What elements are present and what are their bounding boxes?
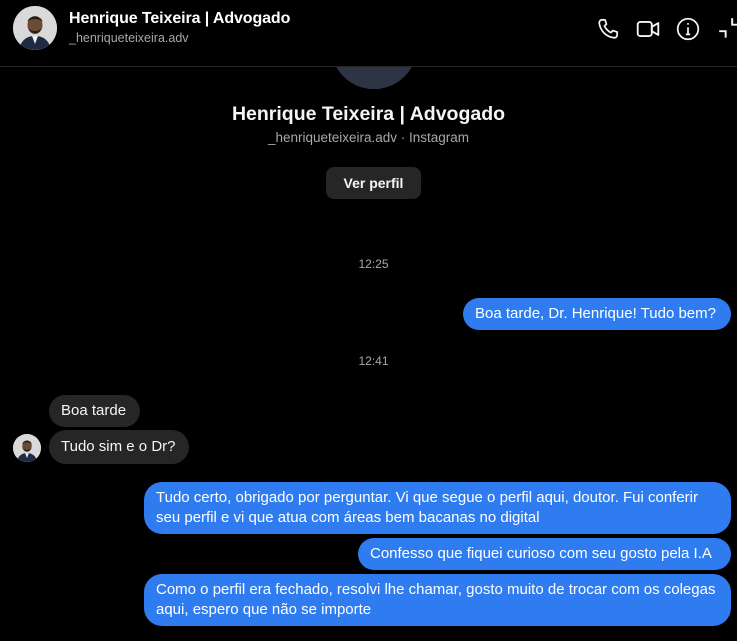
outgoing-message[interactable]: Confesso que fiquei curioso com seu gost… [358, 538, 731, 570]
incoming-message[interactable]: Boa tarde [49, 395, 140, 427]
profile-subtitle: _henriqueteixeira.adv · Instagram [267, 130, 470, 145]
timestamp: 12:41 [358, 354, 389, 368]
header-name[interactable]: Henrique Teixeira | Advogado [69, 10, 290, 28]
header-avatar[interactable] [13, 6, 57, 50]
phone-icon[interactable] [595, 16, 621, 42]
incoming-message[interactable]: Tudo sim e o Dr? [49, 430, 189, 464]
video-icon[interactable] [635, 16, 661, 42]
header-username: _henriqueteixeira.adv [69, 31, 189, 45]
outgoing-message[interactable]: Como o perfil era fechado, resolvi lhe c… [144, 574, 731, 626]
expand-icon[interactable] [717, 16, 737, 42]
profile-name: Henrique Teixeira | Advogado [231, 103, 506, 125]
view-profile-button[interactable]: Ver perfil [326, 167, 421, 199]
timestamp: 12:25 [358, 257, 389, 271]
outgoing-message[interactable]: Tudo certo, obrigado por perguntar. Vi q… [144, 482, 731, 534]
outgoing-message[interactable]: Boa tarde, Dr. Henrique! Tudo bem? [463, 298, 731, 330]
chat-header: Henrique Teixeira | Advogado _henriquete… [0, 0, 737, 67]
sender-avatar[interactable] [13, 434, 41, 462]
info-icon[interactable] [675, 16, 701, 42]
